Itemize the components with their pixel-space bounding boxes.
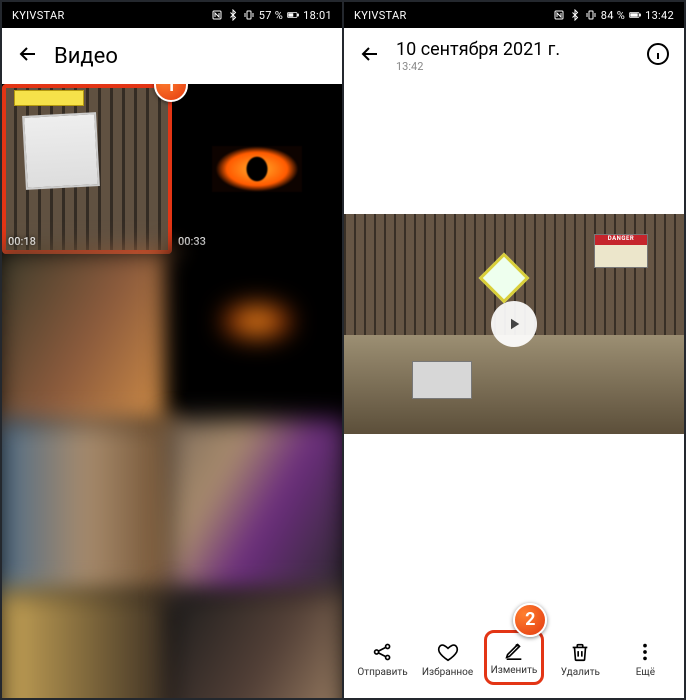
video-thumb[interactable] [2, 420, 176, 599]
favorite-label: Избранное [422, 667, 473, 678]
share-label: Отправить [357, 667, 407, 678]
nfc-icon [553, 9, 565, 21]
trash-icon [569, 641, 591, 663]
more-label: Ещё [636, 667, 655, 678]
annotation-marker-2: 2 [513, 603, 547, 637]
edit-icon [503, 639, 525, 661]
status-bar: KYIVSTAR 57 % 18:01 [2, 2, 342, 28]
detail-title: 10 сентября 2021 г. [396, 39, 560, 60]
status-icons: 57 % 18:01 [211, 9, 332, 22]
heart-icon [437, 641, 459, 663]
header: 10 сентября 2021 г. 13:42 [344, 28, 684, 84]
scene-box [412, 361, 472, 399]
video-thumb[interactable] [2, 590, 176, 698]
detail-subtitle: 13:42 [396, 60, 560, 73]
battery-pct: 84 % [601, 9, 625, 22]
header: Видео [2, 28, 342, 84]
video-preview[interactable]: DANGER [344, 214, 684, 434]
scene-danger-sign: DANGER [594, 234, 648, 268]
video-thumb[interactable]: 00:33 [172, 84, 342, 254]
share-icon [372, 641, 394, 663]
bluetooth-icon [227, 9, 239, 21]
delete-button[interactable]: Удалить [551, 641, 609, 678]
clock-label: 13:42 [645, 9, 674, 22]
edit-button[interactable]: Изменить 2 [484, 630, 545, 685]
screen-gallery: KYIVSTAR 57 % 18:01 Видео 00:18 1 00:33 [2, 2, 343, 698]
status-icons: 84 % 13:42 [553, 9, 674, 22]
video-duration: 00:18 [8, 235, 36, 248]
vibrate-icon [585, 9, 597, 21]
play-button[interactable] [491, 301, 537, 347]
bluetooth-icon [569, 9, 581, 21]
back-button[interactable] [358, 42, 382, 70]
battery-pct: 57 % [259, 9, 283, 22]
video-thumb[interactable]: 00:18 1 [2, 84, 172, 254]
video-thumb[interactable] [168, 590, 342, 698]
video-thumb[interactable] [2, 250, 176, 429]
favorite-button[interactable]: Избранное [419, 641, 477, 678]
vibrate-icon [243, 9, 255, 21]
delete-label: Удалить [561, 667, 600, 678]
bottom-action-bar: Отправить Избранное Изменить 2 Удалить Е… [344, 628, 684, 698]
play-icon [505, 315, 523, 333]
nfc-icon [211, 9, 223, 21]
edit-label: Изменить [491, 665, 538, 676]
share-button[interactable]: Отправить [354, 641, 412, 678]
battery-icon [629, 9, 641, 21]
video-thumb[interactable] [168, 420, 342, 599]
info-button[interactable] [646, 42, 670, 70]
clock-label: 18:01 [303, 9, 332, 22]
detail-body: DANGER Отправить Избранное Изменить 2 [344, 84, 684, 698]
more-button[interactable]: Ещё [616, 641, 674, 678]
battery-icon [287, 9, 299, 21]
video-duration: 00:33 [178, 235, 206, 248]
video-thumb[interactable] [168, 250, 342, 429]
video-grid[interactable]: 00:18 1 00:33 [2, 84, 342, 698]
screen-video-detail: KYIVSTAR 84 % 13:42 10 сентября 2021 г. … [343, 2, 684, 698]
back-button[interactable] [16, 42, 40, 70]
carrier-label: KYIVSTAR [354, 9, 407, 22]
page-title: Видео [54, 44, 118, 69]
status-bar: KYIVSTAR 84 % 13:42 [344, 2, 684, 28]
more-icon [634, 641, 656, 663]
scene-warning-sign [479, 253, 530, 304]
carrier-label: KYIVSTAR [12, 9, 65, 22]
